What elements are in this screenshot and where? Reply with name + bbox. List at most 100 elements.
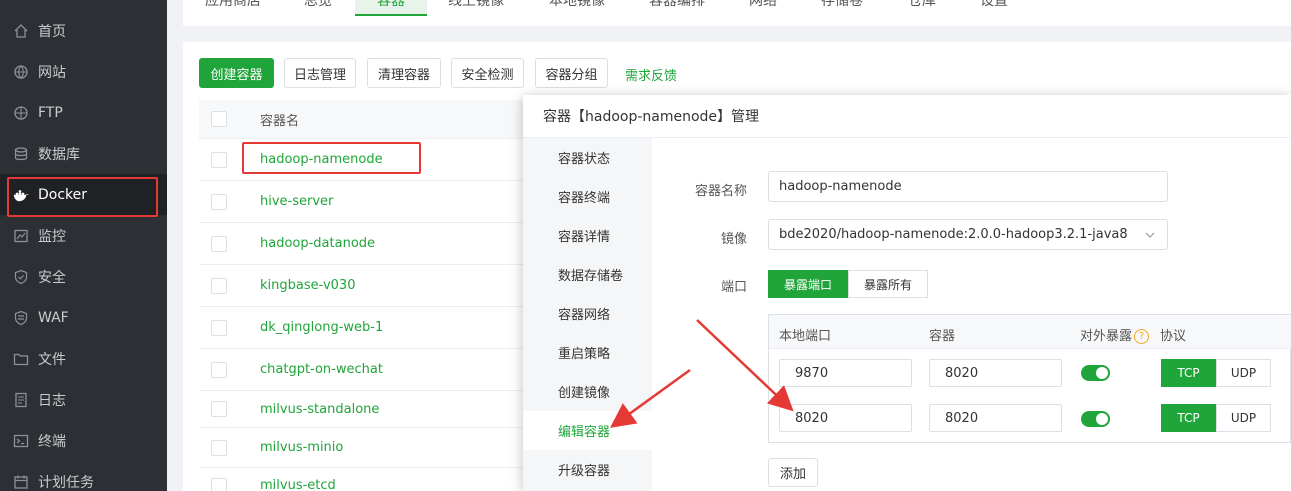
public-expose-switch[interactable]: [1081, 365, 1110, 381]
nav-upgrade-container[interactable]: 升级容器: [523, 450, 652, 489]
container-name-link[interactable]: dk_qinglong-web-1: [260, 320, 383, 335]
expose-ports-option[interactable]: 暴露端口: [768, 270, 849, 298]
udp-option[interactable]: UDP: [1216, 404, 1271, 432]
tab-app-store[interactable]: 应用商店: [205, 0, 261, 16]
sidebar: 首页 网站 FTP 数据库 Docker 监控 安全 WAF 文件 日志 终端: [0, 0, 167, 491]
home-icon: [13, 23, 29, 39]
image-select[interactable]: bde2020/hadoop-namenode:2.0.0-hadoop3.2.…: [768, 219, 1168, 250]
database-icon: [13, 146, 29, 162]
sidebar-item-waf[interactable]: WAF: [0, 297, 167, 338]
tab-containers[interactable]: 容器: [355, 0, 427, 16]
select-all-checkbox[interactable]: [211, 111, 227, 127]
sidebar-item-security[interactable]: 安全: [0, 256, 167, 297]
container-name-input[interactable]: hadoop-namenode: [768, 171, 1168, 202]
sidebar-item-website[interactable]: 网站: [0, 51, 167, 92]
sidebar-item-cron[interactable]: 计划任务: [0, 461, 167, 491]
nav-container-details[interactable]: 容器详情: [523, 216, 652, 255]
nav-container-terminal[interactable]: 容器终端: [523, 177, 652, 216]
sidebar-item-label: 安全: [38, 269, 66, 286]
expose-all-option[interactable]: 暴露所有: [848, 270, 929, 298]
tab-online-images[interactable]: 线上镜像: [448, 0, 504, 16]
clean-containers-button[interactable]: 清理容器: [367, 58, 441, 88]
container-port-header: 容器: [929, 329, 956, 344]
row-checkbox[interactable]: [211, 361, 227, 378]
calendar-icon: [13, 474, 29, 490]
sidebar-item-label: 监控: [38, 228, 66, 245]
log-management-button[interactable]: 日志管理: [284, 58, 356, 88]
sidebar-item-logs[interactable]: 日志: [0, 379, 167, 420]
container-name-link[interactable]: milvus-standalone: [260, 402, 379, 417]
security-check-button[interactable]: 安全检测: [451, 58, 524, 88]
terminal-icon: [13, 433, 29, 449]
sidebar-item-ftp[interactable]: FTP: [0, 92, 167, 133]
nav-create-image[interactable]: 创建镜像: [523, 372, 652, 411]
namenode-highlight-box: [242, 142, 421, 174]
container-manage-dialog: 容器【hadoop-namenode】管理 容器状态 容器终端 容器详情 数据存…: [523, 95, 1291, 491]
row-checkbox[interactable]: [211, 439, 227, 456]
sidebar-item-label: WAF: [38, 309, 69, 326]
add-port-button[interactable]: 添加: [768, 458, 818, 487]
tab-network[interactable]: 网络: [749, 0, 777, 16]
sidebar-item-database[interactable]: 数据库: [0, 133, 167, 174]
tab-overview[interactable]: 总览: [304, 0, 332, 16]
container-group-button[interactable]: 容器分组: [535, 58, 608, 88]
container-name-label: 容器名称: [694, 184, 747, 199]
docker-highlight-box: [7, 177, 158, 217]
container-name-link[interactable]: milvus-etcd: [260, 478, 336, 491]
row-checkbox[interactable]: [211, 401, 227, 417]
container-port-input[interactable]: 8020: [929, 404, 1062, 432]
udp-option[interactable]: UDP: [1216, 359, 1271, 387]
sidebar-item-label: 终端: [38, 433, 66, 450]
nav-edit-container[interactable]: 编辑容器: [523, 411, 652, 450]
create-container-button[interactable]: 创建容器: [199, 58, 274, 88]
container-name-link[interactable]: chatgpt-on-wechat: [260, 362, 383, 377]
sidebar-item-monitor[interactable]: 监控: [0, 215, 167, 256]
row-checkbox[interactable]: [211, 151, 227, 168]
sidebar-item-label: 网站: [38, 64, 66, 81]
container-name-link[interactable]: kingbase-v030: [260, 278, 355, 293]
protocol-toggle: TCP UDP: [1161, 359, 1271, 387]
local-port-input[interactable]: 9870: [779, 359, 912, 387]
folder-icon: [13, 351, 29, 367]
tcp-option[interactable]: TCP: [1161, 359, 1216, 387]
table-row: kingbase-v030: [199, 265, 539, 307]
chevron-down-icon: [1145, 229, 1155, 239]
container-name-link[interactable]: milvus-minio: [260, 440, 343, 455]
row-checkbox[interactable]: [211, 319, 227, 336]
sidebar-item-home[interactable]: 首页: [0, 10, 167, 51]
row-checkbox[interactable]: [211, 477, 227, 491]
row-checkbox[interactable]: [211, 277, 227, 294]
table-row: milvus-standalone: [199, 391, 539, 428]
container-name-link[interactable]: hadoop-datanode: [260, 236, 375, 251]
sidebar-item-terminal[interactable]: 终端: [0, 420, 167, 461]
sidebar-item-label: 数据库: [38, 146, 80, 163]
public-expose-switch[interactable]: [1081, 411, 1110, 427]
tab-registry[interactable]: 仓库: [908, 0, 936, 16]
nav-data-volumes[interactable]: 数据存储卷: [523, 255, 652, 294]
nav-container-network[interactable]: 容器网络: [523, 294, 652, 333]
table-row: milvus-minio: [199, 428, 539, 468]
container-port-input[interactable]: 8020: [929, 359, 1062, 387]
row-checkbox[interactable]: [211, 193, 227, 210]
sidebar-item-files[interactable]: 文件: [0, 338, 167, 379]
image-select-value: bde2020/hadoop-namenode:2.0.0-hadoop3.2.…: [779, 227, 1128, 242]
container-name-link[interactable]: hive-server: [260, 194, 333, 209]
port-mode-toggle: 暴露端口 暴露所有: [768, 270, 929, 298]
tab-volumes[interactable]: 存储卷: [821, 0, 863, 16]
feedback-link[interactable]: 需求反馈: [625, 65, 677, 84]
tab-settings[interactable]: 设置: [980, 0, 1008, 16]
tab-local-images[interactable]: 本地镜像: [549, 0, 605, 16]
table-row: dk_qinglong-web-1: [199, 307, 539, 349]
row-checkbox[interactable]: [211, 235, 227, 252]
sidebar-item-label: 文件: [38, 351, 66, 368]
nav-container-status[interactable]: 容器状态: [523, 138, 652, 177]
local-port-input[interactable]: 8020: [779, 404, 912, 432]
sidebar-item-label: FTP: [38, 104, 63, 121]
tcp-option[interactable]: TCP: [1161, 404, 1216, 432]
log-icon: [13, 392, 29, 408]
tab-compose[interactable]: 容器编排: [649, 0, 705, 16]
nav-restart-policy[interactable]: 重启策略: [523, 333, 652, 372]
globe-icon: [13, 64, 29, 80]
help-icon[interactable]: ?: [1134, 329, 1150, 344]
public-expose-header: 对外暴露?: [1080, 325, 1150, 344]
